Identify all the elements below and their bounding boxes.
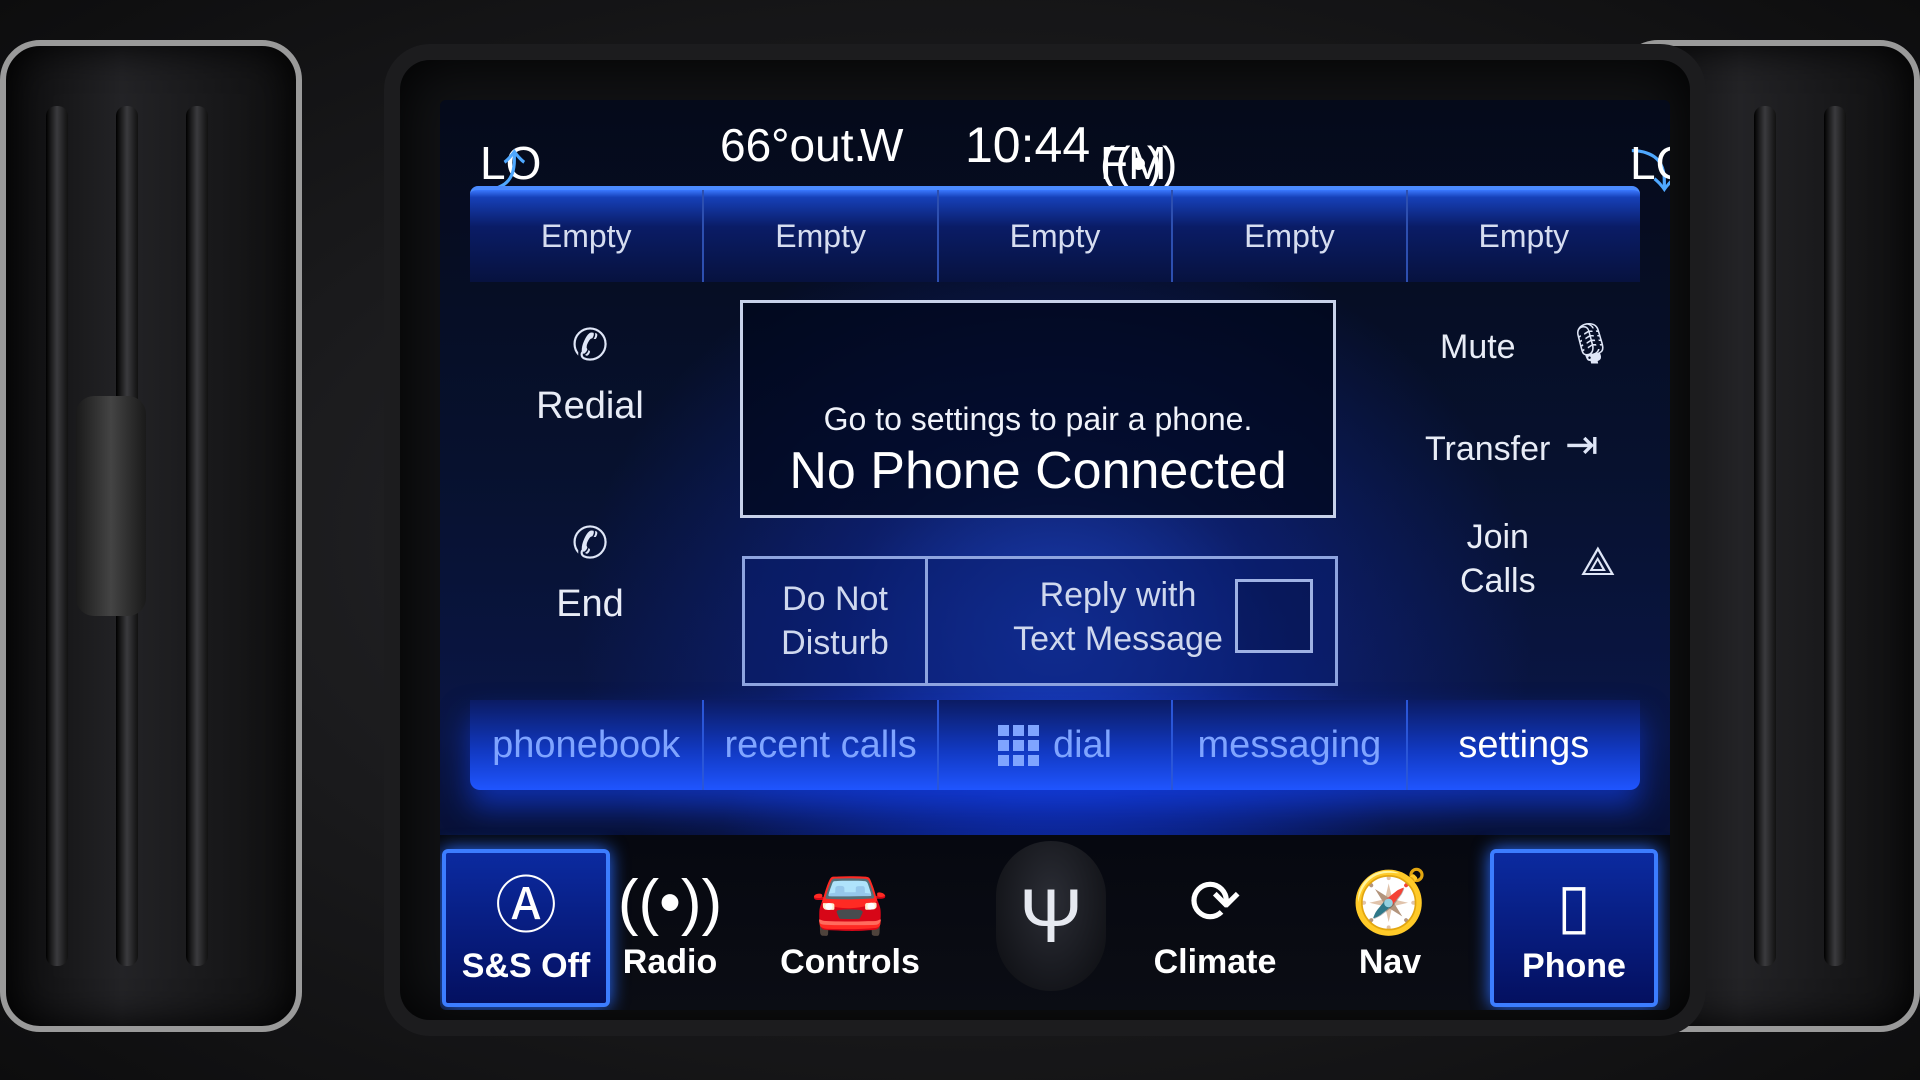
favorite-slot[interactable]: Empty — [470, 190, 705, 282]
tab-settings[interactable]: settings — [1408, 700, 1640, 790]
clock: 10:44 — [965, 117, 1091, 173]
transfer-label: Transfer — [1425, 430, 1551, 468]
no-phone-title: No Phone Connected — [789, 442, 1287, 500]
nav-radio-button[interactable]: ((•)) Radio — [590, 849, 750, 999]
start-stop-off-button[interactable]: Ⓐ S&S Off — [442, 849, 610, 1007]
favorites-bar: Empty Empty Empty Empty Empty — [470, 186, 1640, 282]
auto-start-stop-off-icon: Ⓐ — [494, 872, 557, 941]
tab-messaging[interactable]: messaging — [1173, 700, 1408, 790]
redial-label: Redial — [536, 385, 644, 427]
nav-phone-button[interactable]: ▯ Phone — [1490, 849, 1658, 1007]
nav-controls-button[interactable]: 🚘 Controls — [770, 849, 930, 999]
tab-dial[interactable]: dial — [939, 700, 1174, 790]
car-icon: 🚘 — [811, 868, 889, 937]
do-not-disturb-button[interactable]: Do Not Disturb — [745, 559, 928, 683]
compass-heading: W — [860, 119, 904, 171]
smartphone-icon: ▯ — [1556, 872, 1592, 941]
maserati-trident-logo[interactable]: Ψ — [996, 841, 1106, 991]
tab-phonebook[interactable]: phonebook — [470, 700, 705, 790]
nav-climate-button[interactable]: ⟳ Climate — [1135, 849, 1295, 999]
reply-with-text-toggle[interactable]: Reply with Text Message — [928, 559, 1335, 683]
join-calls-label: Join Calls — [1460, 518, 1536, 600]
radio-broadcast-icon: ((•)) — [617, 868, 723, 937]
vent-adjuster — [76, 396, 146, 616]
keypad-icon — [997, 724, 1039, 766]
outside-temp: 66°out. — [720, 119, 867, 171]
call-options-row: Do Not Disturb Reply with Text Message — [742, 556, 1338, 686]
infotainment-screen: LO⤴ 66°out. W 10:44 ((•)) FM 105.9 ⤵ LO … — [440, 100, 1670, 1010]
mute-microphone-icon[interactable]: 🎙 — [1565, 320, 1616, 367]
favorite-slot[interactable]: Empty — [939, 190, 1174, 282]
nav-navigation-button[interactable]: 🧭 Nav — [1310, 849, 1470, 999]
redial-button[interactable]: ✆ Redial — [500, 320, 680, 428]
mute-label: Mute — [1440, 328, 1516, 366]
compass-icon: 🧭 — [1351, 868, 1429, 937]
no-phone-message-box: Go to settings to pair a phone. No Phone… — [740, 300, 1336, 518]
phone-handset-icon: ✆ — [571, 321, 609, 370]
favorite-slot[interactable]: Empty — [1408, 190, 1640, 282]
phone-handset-icon: ✆ — [571, 519, 609, 568]
end-label: End — [556, 583, 624, 625]
left-air-vent — [0, 40, 302, 1032]
climate-seat-icon: ⟳ — [1189, 868, 1241, 937]
end-call-button[interactable]: ✆ End — [500, 518, 680, 626]
tab-recent-calls[interactable]: recent calls — [704, 700, 939, 790]
favorite-slot[interactable]: Empty — [704, 190, 939, 282]
favorite-slot[interactable]: Empty — [1173, 190, 1408, 282]
status-bar: LO⤴ 66°out. W 10:44 ((•)) FM 105.9 ⤵ LO — [440, 100, 1670, 243]
main-nav-bar: Ⓐ S&S Off ((•)) Radio 🚘 Controls Ψ ⟳ Cli… — [440, 835, 1670, 1010]
reply-text-checkbox[interactable] — [1235, 579, 1313, 653]
pair-instruction: Go to settings to pair a phone. — [823, 401, 1253, 437]
join-calls-icon[interactable]: ⟁ — [1580, 540, 1616, 585]
phone-tabs: phonebook recent calls dial messaging se… — [470, 700, 1640, 790]
transfer-icon[interactable]: ⇥ — [1565, 422, 1599, 468]
